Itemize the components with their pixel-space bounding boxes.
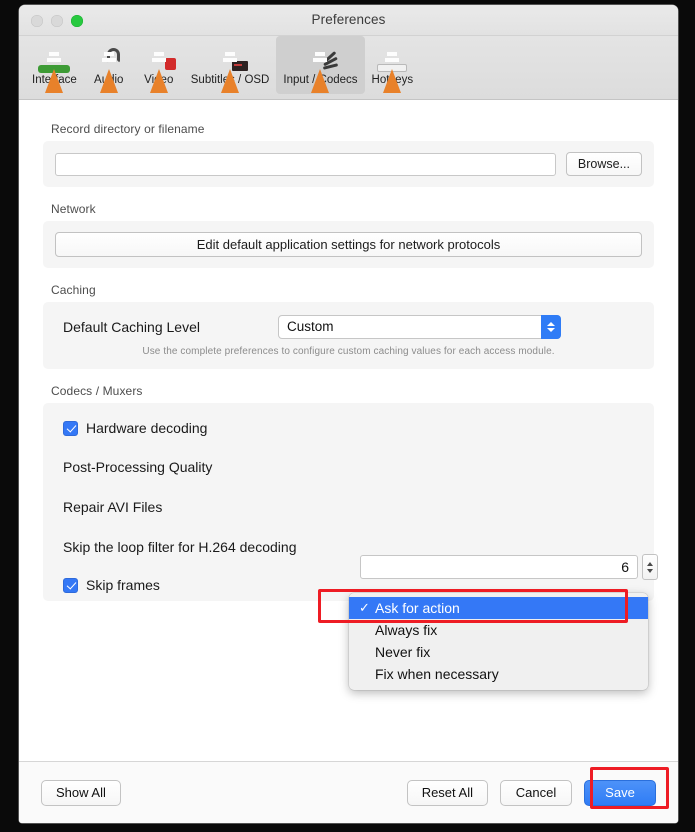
caching-level-select[interactable]: Custom	[277, 315, 561, 339]
tab-audio[interactable]: Audio	[84, 36, 134, 94]
skip-frames-label: Skip frames	[86, 577, 160, 593]
record-row: Browse...	[55, 152, 642, 176]
vlc-cone-audio-icon	[91, 39, 127, 93]
save-button[interactable]: Save	[584, 779, 656, 806]
caching-level-value: Custom	[286, 319, 334, 334]
dropdown-item-label: Never fix	[375, 644, 431, 660]
tab-interface[interactable]: Interface	[25, 36, 84, 94]
dropdown-item-label: Fix when necessary	[375, 666, 499, 682]
vlc-cone-subtitles-icon	[212, 39, 249, 93]
screen: Preferences Interface Audio Video Subtit…	[0, 0, 695, 832]
skip-frames-checkbox[interactable]	[63, 577, 78, 593]
title-bar: Preferences	[19, 5, 678, 36]
tab-video[interactable]: Video	[134, 36, 184, 94]
repair-avi-dropdown-menu: ✓ Ask for action Always fix Never fix Fi…	[349, 593, 648, 690]
record-directory-input[interactable]	[55, 152, 556, 176]
show-all-button[interactable]: Show All	[41, 779, 121, 806]
network-group-label: Network	[51, 202, 96, 216]
stepper-up-icon[interactable]	[647, 561, 653, 566]
dropdown-item-always-fix[interactable]: Always fix	[349, 619, 648, 641]
repair-avi-label: Repair AVI Files	[63, 499, 163, 515]
network-panel: Edit default application settings for ne…	[43, 221, 654, 268]
edit-network-protocols-button[interactable]: Edit default application settings for ne…	[55, 232, 642, 257]
cancel-button[interactable]: Cancel	[500, 779, 572, 806]
post-processing-quality-input[interactable]: 6	[360, 555, 638, 579]
record-panel: Browse...	[43, 141, 654, 187]
dropdown-item-label: Always fix	[375, 622, 438, 638]
preferences-toolbar: Interface Audio Video Subtitles / OSD In…	[19, 36, 678, 100]
reset-all-button[interactable]: Reset All	[406, 779, 488, 806]
caching-level-label: Default Caching Level	[63, 319, 200, 335]
preferences-content: Record directory or filename Browse... N…	[19, 100, 678, 761]
post-processing-label: Post-Processing Quality	[63, 459, 213, 475]
caching-panel: Default Caching Level Custom Use the com…	[43, 302, 654, 369]
dropdown-item-never-fix[interactable]: Never fix	[349, 641, 648, 663]
hardware-decoding-checkbox[interactable]	[63, 420, 78, 436]
hardware-decoding-label: Hardware decoding	[86, 420, 208, 436]
dropdown-item-ask-for-action[interactable]: ✓ Ask for action	[349, 597, 648, 619]
codecs-group-label: Codecs / Muxers	[51, 384, 143, 398]
checkmark-icon: ✓	[359, 600, 370, 615]
post-processing-row: Post-Processing Quality	[55, 452, 642, 482]
window-title: Preferences	[311, 12, 386, 27]
vlc-cone-input-codecs-icon	[302, 39, 339, 93]
caching-level-row: Default Caching Level Custom	[55, 313, 642, 339]
vlc-cone-video-icon	[141, 39, 177, 93]
vlc-cone-hotkeys-icon	[374, 39, 410, 93]
tab-subtitles-osd[interactable]: Subtitles / OSD	[184, 36, 277, 94]
post-processing-stepper[interactable]	[642, 554, 658, 580]
tab-input-codecs[interactable]: Input / Codecs	[276, 36, 365, 94]
caching-hint-text: Use the complete preferences to configur…	[142, 346, 555, 357]
dropdown-item-label: Ask for action	[375, 600, 460, 616]
skip-loop-filter-label: Skip the loop filter for H.264 decoding	[63, 539, 297, 555]
vlc-cone-interface-icon	[36, 39, 72, 93]
dialog-footer: Show All Reset All Cancel Save	[19, 761, 678, 823]
caching-group-label: Caching	[51, 283, 96, 297]
tab-hotkeys[interactable]: Hotkeys	[365, 36, 421, 94]
hardware-decoding-row[interactable]: Hardware decoding	[55, 413, 642, 443]
browse-button[interactable]: Browse...	[565, 152, 642, 176]
chevron-updown-icon[interactable]	[540, 315, 561, 339]
dropdown-item-fix-when-necessary[interactable]: Fix when necessary	[349, 663, 648, 685]
record-group-label: Record directory or filename	[51, 122, 205, 136]
stepper-down-icon[interactable]	[647, 568, 653, 573]
repair-avi-row: Repair AVI Files	[55, 492, 642, 522]
preferences-window: Preferences Interface Audio Video Subtit…	[19, 5, 678, 823]
